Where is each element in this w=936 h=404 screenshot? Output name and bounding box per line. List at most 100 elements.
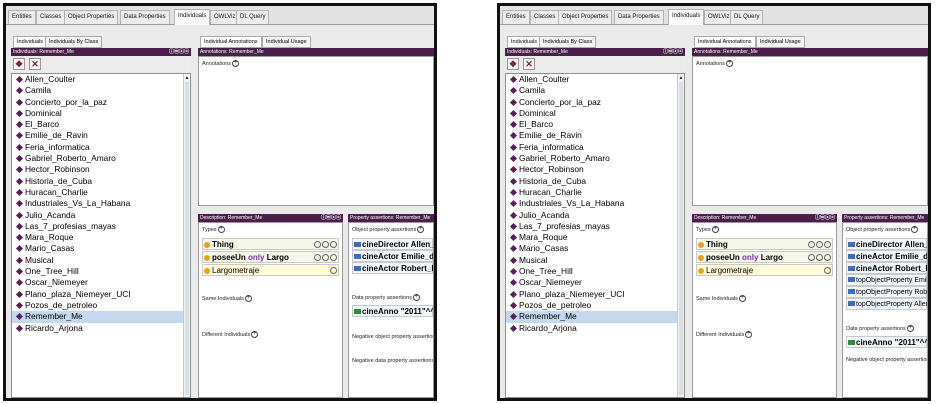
list-scrollbar[interactable]: ▲ — [677, 74, 684, 397]
individual-item[interactable]: Huracan_Charlie — [506, 187, 684, 198]
tab-1[interactable]: Classes — [530, 10, 560, 24]
subtab-individuals-by-class[interactable]: Individuals By Class — [45, 36, 103, 48]
object-assertion-row[interactable]: topObjectProperty Emilie_de_Ravin — [846, 274, 927, 286]
add-same-icon[interactable] — [738, 295, 746, 302]
delete-individual-icon[interactable]: ✕ — [29, 58, 41, 70]
individual-item[interactable]: Camila — [506, 85, 684, 96]
add-data-assertion-icon[interactable] — [412, 294, 420, 301]
add-annotation-icon[interactable] — [232, 60, 240, 67]
add-type-icon[interactable] — [711, 226, 719, 233]
individual-item[interactable]: Mara_Roque — [12, 232, 190, 243]
subtab-individuals[interactable]: Individuals — [13, 36, 47, 48]
object-assertion-row[interactable]: cineDirector Allen_Coulter — [846, 238, 927, 250]
individual-item[interactable]: Dominical — [506, 108, 684, 119]
individual-item[interactable]: Musical — [12, 255, 190, 266]
individual-item[interactable]: Pozos_de_petroleo — [12, 300, 190, 311]
individual-item[interactable]: Camila — [12, 85, 190, 96]
individuals-list[interactable]: Allen_Coulter Camila Concierto_por_la_paz D… — [505, 73, 685, 398]
individual-item[interactable]: One_Tree_Hill — [506, 266, 684, 277]
individual-item[interactable]: Historia_de_Cuba — [506, 176, 684, 187]
tab-2[interactable]: Object Properties — [558, 10, 613, 24]
individual-item[interactable]: Las_7_profesias_mayas — [506, 221, 684, 232]
individual-item[interactable]: Industriales_Vs_La_Habana — [12, 198, 190, 209]
type-row[interactable]: poseeUn only Largo — [202, 251, 339, 263]
individual-item[interactable]: Gabriel_Roberto_Amaro — [506, 153, 684, 164]
tab-2[interactable]: Object Properties — [64, 10, 119, 24]
object-assertion-row[interactable]: cineActor Robert_Pattinson — [352, 262, 433, 274]
scroll-up-icon[interactable]: ▲ — [184, 74, 190, 82]
individual-item[interactable]: Las_7_profesias_mayas — [12, 221, 190, 232]
tab-individual-usage[interactable]: Individual Usage — [262, 36, 311, 48]
individual-item[interactable]: Emilie_de_Ravin — [506, 130, 684, 141]
individual-item[interactable]: Gabriel_Roberto_Amaro — [12, 153, 190, 164]
individual-item[interactable]: Concierto_por_la_paz — [12, 97, 190, 108]
individual-item[interactable]: Oscar_Niemeyer — [506, 277, 684, 288]
add-object-assertion-icon[interactable] — [911, 226, 919, 233]
description-header-controls[interactable]: ⓘⓜⓧⓞ — [815, 214, 835, 222]
individual-item[interactable]: Emilie_de_Ravin — [12, 130, 190, 141]
tab-3[interactable]: Data Properties — [120, 10, 170, 24]
add-same-icon[interactable] — [244, 295, 252, 302]
scroll-up-icon[interactable]: ▲ — [678, 74, 684, 82]
individual-item[interactable]: El_Barco — [506, 119, 684, 130]
add-different-icon[interactable] — [745, 331, 753, 338]
individual-item[interactable]: Remember_Me — [12, 311, 190, 323]
individual-item[interactable]: One_Tree_Hill — [12, 266, 190, 277]
individual-item[interactable]: Pozos_de_petroleo — [506, 300, 684, 311]
scroll-thumb[interactable] — [679, 82, 683, 395]
subtab-individuals-by-class[interactable]: Individuals By Class — [539, 36, 597, 48]
tab-0[interactable]: Entities — [8, 10, 36, 24]
tab-3[interactable]: Data Properties — [614, 10, 664, 24]
scroll-thumb[interactable] — [185, 82, 189, 395]
add-type-icon[interactable] — [217, 226, 225, 233]
individual-item[interactable]: Feria_informatica — [12, 142, 190, 153]
row-controls[interactable] — [807, 240, 831, 251]
individual-item[interactable]: Julio_Acanda — [506, 210, 684, 221]
subtab-individuals[interactable]: Individuals — [507, 36, 541, 48]
individual-item[interactable]: Allen_Coulter — [506, 74, 684, 85]
object-assertion-row[interactable]: topObjectProperty Allen_Coulter — [846, 298, 927, 310]
tab-individual-annotations[interactable]: Individual Annotations — [694, 36, 756, 48]
tab-6[interactable]: DL Query — [730, 10, 764, 24]
individual-item[interactable]: Mario_Casas — [506, 243, 684, 254]
add-annotation-icon[interactable] — [726, 60, 734, 67]
individual-item[interactable]: Ricardo_Arjona — [506, 323, 684, 334]
tab-4[interactable]: Individuals — [668, 9, 705, 25]
object-assertion-row[interactable]: cineDirector Allen_Coulter — [352, 238, 433, 250]
individual-item[interactable]: Feria_informatica — [506, 142, 684, 153]
row-controls[interactable] — [313, 240, 337, 251]
individual-item[interactable]: Mario_Casas — [12, 243, 190, 254]
tab-individual-usage[interactable]: Individual Usage — [756, 36, 805, 48]
row-controls[interactable] — [329, 266, 337, 277]
individual-item[interactable]: Musical — [506, 255, 684, 266]
individual-item[interactable]: Concierto_por_la_paz — [506, 97, 684, 108]
individual-item[interactable]: El_Barco — [12, 119, 190, 130]
description-header-controls[interactable]: ⓘⓜⓧⓞ — [321, 214, 341, 222]
type-row[interactable]: Thing — [696, 238, 833, 250]
individual-item[interactable]: Oscar_Niemeyer — [12, 277, 190, 288]
individual-item[interactable]: Industriales_Vs_La_Habana — [506, 198, 684, 209]
individual-item[interactable]: Plano_plaza_Niemeyer_UCI — [506, 289, 684, 300]
object-assertion-row[interactable]: topObjectProperty Robert_Pattinson — [846, 286, 927, 298]
row-controls[interactable] — [807, 253, 831, 264]
add-object-assertion-icon[interactable] — [417, 226, 425, 233]
data-assertion-row[interactable]: cineAnno "2011"^^integer — [846, 336, 927, 348]
add-individual-icon[interactable]: ❖ — [13, 58, 25, 70]
type-row[interactable]: Largometraje — [696, 264, 833, 276]
tab-4[interactable]: Individuals — [174, 9, 211, 25]
data-assertion-row[interactable]: cineAnno "2011"^^integer — [352, 305, 433, 317]
row-controls[interactable] — [823, 266, 831, 277]
delete-individual-icon[interactable]: ✕ — [523, 58, 535, 70]
tab-individual-annotations[interactable]: Individual Annotations — [200, 36, 262, 48]
object-assertion-row[interactable]: cineActor Emilie_de_Ravin — [846, 250, 927, 262]
individuals-list[interactable]: Allen_Coulter Camila Concierto_por_la_paz D… — [11, 73, 191, 398]
tab-6[interactable]: DL Query — [236, 10, 270, 24]
individual-item[interactable]: Huracan_Charlie — [12, 187, 190, 198]
type-row[interactable]: Largometraje — [202, 264, 339, 276]
row-controls[interactable] — [313, 253, 337, 264]
individual-item[interactable]: Ricardo_Arjona — [12, 323, 190, 334]
individual-item[interactable]: Hector_Robinson — [506, 164, 684, 175]
individual-item[interactable]: Mara_Roque — [506, 232, 684, 243]
add-individual-icon[interactable]: ❖ — [507, 58, 519, 70]
tab-0[interactable]: Entities — [502, 10, 530, 24]
